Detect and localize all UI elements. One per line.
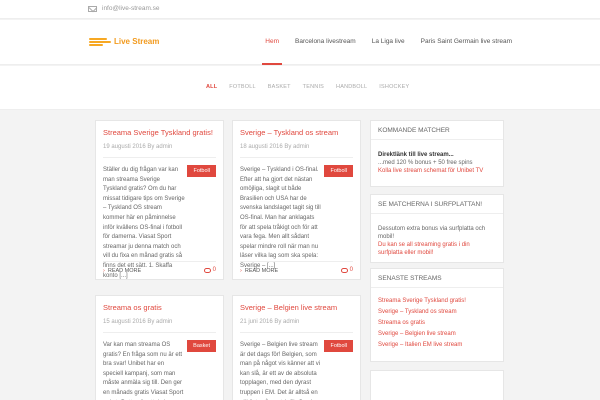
post-footer: READ MORE 0 (103, 261, 216, 279)
post-excerpt: Sverige – Belgien live stream är det dag… (240, 342, 321, 400)
category-badge[interactable]: Basket (187, 340, 216, 352)
divider (103, 157, 216, 158)
post-excerpt: Var kan man streama OS gratis? En fråga … (103, 342, 184, 400)
filter-all[interactable]: ALL (206, 84, 217, 90)
comment-icon (203, 267, 211, 273)
divider (240, 157, 353, 158)
post-title[interactable]: Streama os gratis (103, 303, 162, 312)
category-badge[interactable]: Fotboll (187, 165, 216, 177)
category-badge[interactable]: Fotboll (324, 165, 353, 177)
filter-basket[interactable]: BASKET (268, 84, 291, 90)
next-widget (370, 370, 504, 400)
list-item[interactable]: Sverige – Belgien live stream (378, 329, 496, 340)
filter-fotboll[interactable]: FOTBOLL (229, 84, 255, 90)
widget-body: Direktlänk till live stream... ...med 12… (371, 140, 503, 182)
direct-link[interactable]: Direktlänk till live stream... (378, 151, 496, 159)
envelope-icon (88, 5, 97, 12)
category-badge[interactable]: Fotboll (324, 340, 353, 352)
post-meta: 15 augusti 2016 By admin (103, 319, 173, 325)
nav-item-psg[interactable]: Paris Saint Germain live stream (421, 38, 512, 45)
post-card: Sverige – Belgien live stream 21 juni 20… (232, 295, 361, 400)
post-meta: 21 juni 2016 By admin (240, 319, 300, 325)
nav-item-hem[interactable]: Hem (262, 38, 282, 65)
read-more-link[interactable]: READ MORE (103, 268, 141, 274)
comment-icon (340, 267, 348, 273)
nav-item-laliga[interactable]: La Liga live (372, 38, 405, 45)
tablet-link[interactable]: Du kan se all streaming gratis i din sur… (378, 241, 496, 257)
list-item[interactable]: Sverige – Italien EM live stream (378, 340, 496, 351)
latest-streams-widget: SENASTE STREAMS Streama Sverige Tyskland… (370, 268, 504, 362)
site-header: Live Stream Hem Barcelona livestream La … (0, 20, 600, 65)
divider (240, 332, 353, 333)
latest-streams-list: Streama Sverige Tyskland gratis! Sverige… (378, 296, 496, 351)
post-footer: READ MORE 0 (240, 261, 353, 279)
tablet-text: Dessutom extra bonus via surfplatta och … (378, 226, 486, 240)
post-title[interactable]: Sverige – Tyskland os stream (240, 128, 338, 137)
list-item[interactable]: Sverige – Tyskland os stream (378, 307, 496, 318)
widget-body: Streama Sverige Tyskland gratis! Sverige… (371, 288, 503, 358)
widget-title: SE MATCHERNA I SURFPLATTAN! (371, 195, 503, 214)
schedule-link[interactable]: Kolla live stream schemat för Unibet TV (378, 167, 496, 175)
divider (103, 332, 216, 333)
post-title[interactable]: Sverige – Belgien live stream (240, 303, 337, 312)
top-bar: info@live-stream.se (0, 0, 600, 19)
post-card: Streama os gratis 15 augusti 2016 By adm… (95, 295, 224, 400)
contact-email[interactable]: info@live-stream.se (88, 5, 160, 12)
comments-count[interactable]: 0 (340, 267, 353, 273)
post-meta: 18 augusti 2016 By admin (240, 144, 310, 150)
widget-title: SENASTE STREAMS (371, 269, 503, 288)
comments-value: 0 (349, 267, 353, 273)
post-excerpt: Sverige – Tyskland i OS-final. Efter att… (240, 167, 321, 269)
site-logo[interactable]: Live Stream (89, 37, 159, 46)
list-item[interactable]: Streama Sverige Tyskland gratis! (378, 296, 496, 307)
filter-ishockey[interactable]: ISHOCKEY (379, 84, 409, 90)
logo-swoosh-icon (89, 37, 111, 46)
nav-item-barcelona[interactable]: Barcelona livestream (295, 38, 356, 45)
email-text[interactable]: info@live-stream.se (102, 5, 160, 12)
post-title[interactable]: Streama Sverige Tyskland gratis! (103, 128, 213, 137)
category-filters: ALL FOTBOLL BASKET TENNIS HANDBOLL ISHOC… (206, 84, 421, 90)
post-meta: 19 augusti 2016 By admin (103, 144, 173, 150)
filter-handboll[interactable]: HANDBOLL (336, 84, 367, 90)
upcoming-matches-widget: KOMMANDE MATCHER Direktlänk till live st… (370, 120, 504, 187)
read-more-link[interactable]: READ MORE (240, 268, 278, 274)
bonus-text: ...med 120 % bonus + 50 free spins (378, 160, 473, 166)
widget-title: KOMMANDE MATCHER (371, 121, 503, 140)
list-item[interactable]: Streama os gratis (378, 318, 496, 329)
widget-body: Dessutom extra bonus via surfplatta och … (371, 214, 503, 264)
logo-text: Live Stream (114, 37, 160, 46)
comments-value: 0 (212, 267, 216, 273)
post-card: Sverige – Tyskland os stream 18 augusti … (232, 120, 361, 280)
post-card: Streama Sverige Tyskland gratis! 19 augu… (95, 120, 224, 280)
comments-count[interactable]: 0 (203, 267, 216, 273)
tablet-widget: SE MATCHERNA I SURFPLATTAN! Dessutom ext… (370, 194, 504, 263)
category-filter-bar: ALL FOTBOLL BASKET TENNIS HANDBOLL ISHOC… (0, 66, 600, 110)
filter-tennis[interactable]: TENNIS (303, 84, 324, 90)
main-nav: Hem Barcelona livestream La Liga live Pa… (249, 38, 512, 65)
